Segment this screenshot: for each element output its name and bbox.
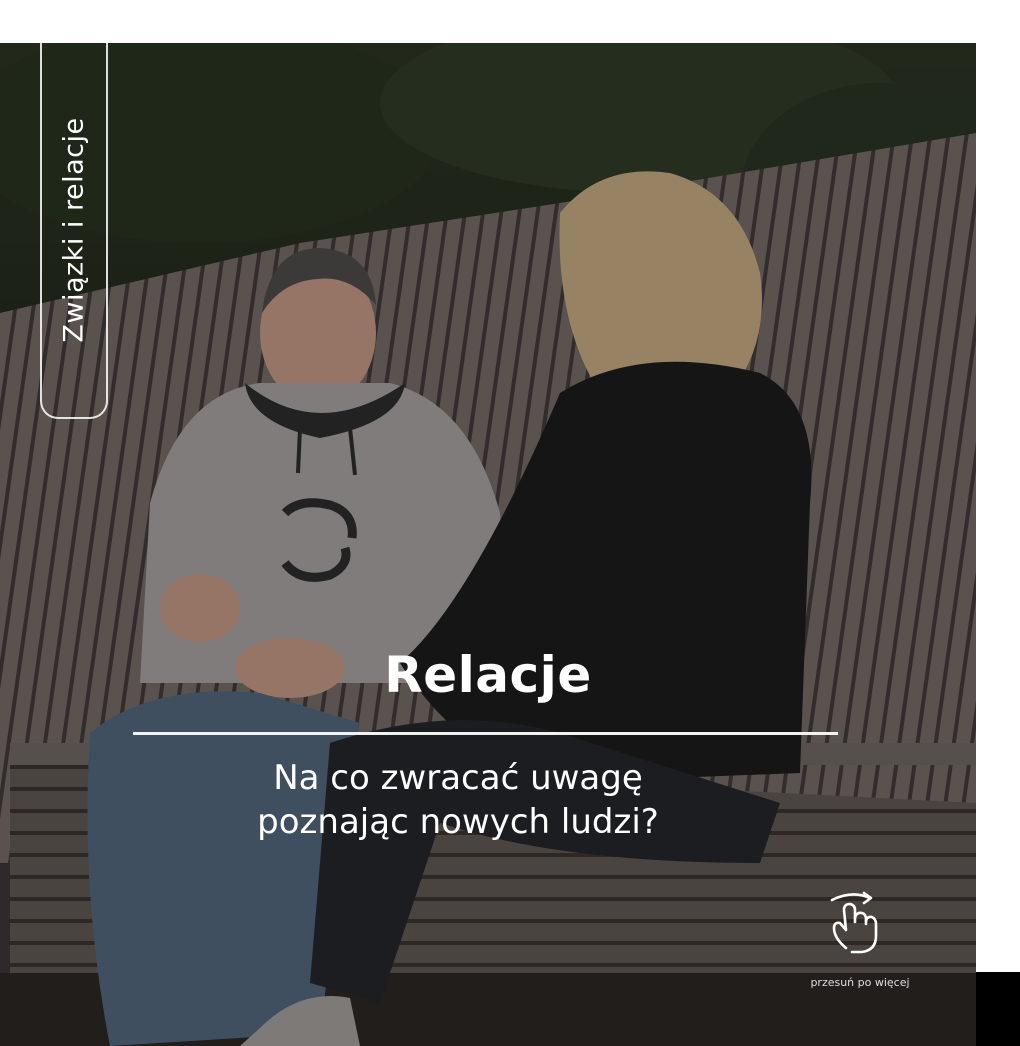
post-page: Związki i relacje Relacje Na co zwracać …	[0, 0, 1020, 1046]
subheadline-line-2: poznając nowych ludzi?	[257, 802, 659, 842]
post-headline: Relacje	[384, 646, 592, 704]
post-subheadline: Na co zwracać uwagę poznając nowych ludz…	[0, 756, 916, 844]
swipe-hand-icon[interactable]	[824, 888, 888, 958]
swipe-hint-label: przesuń po więcej	[810, 976, 910, 989]
headline-divider	[133, 732, 838, 735]
subheadline-line-1: Na co zwracać uwagę	[273, 758, 643, 798]
category-tag: Związki i relacje	[40, 43, 108, 419]
category-tag-label: Związki i relacje	[58, 117, 90, 343]
post-photo: Związki i relacje Relacje Na co zwracać …	[0, 43, 976, 1046]
